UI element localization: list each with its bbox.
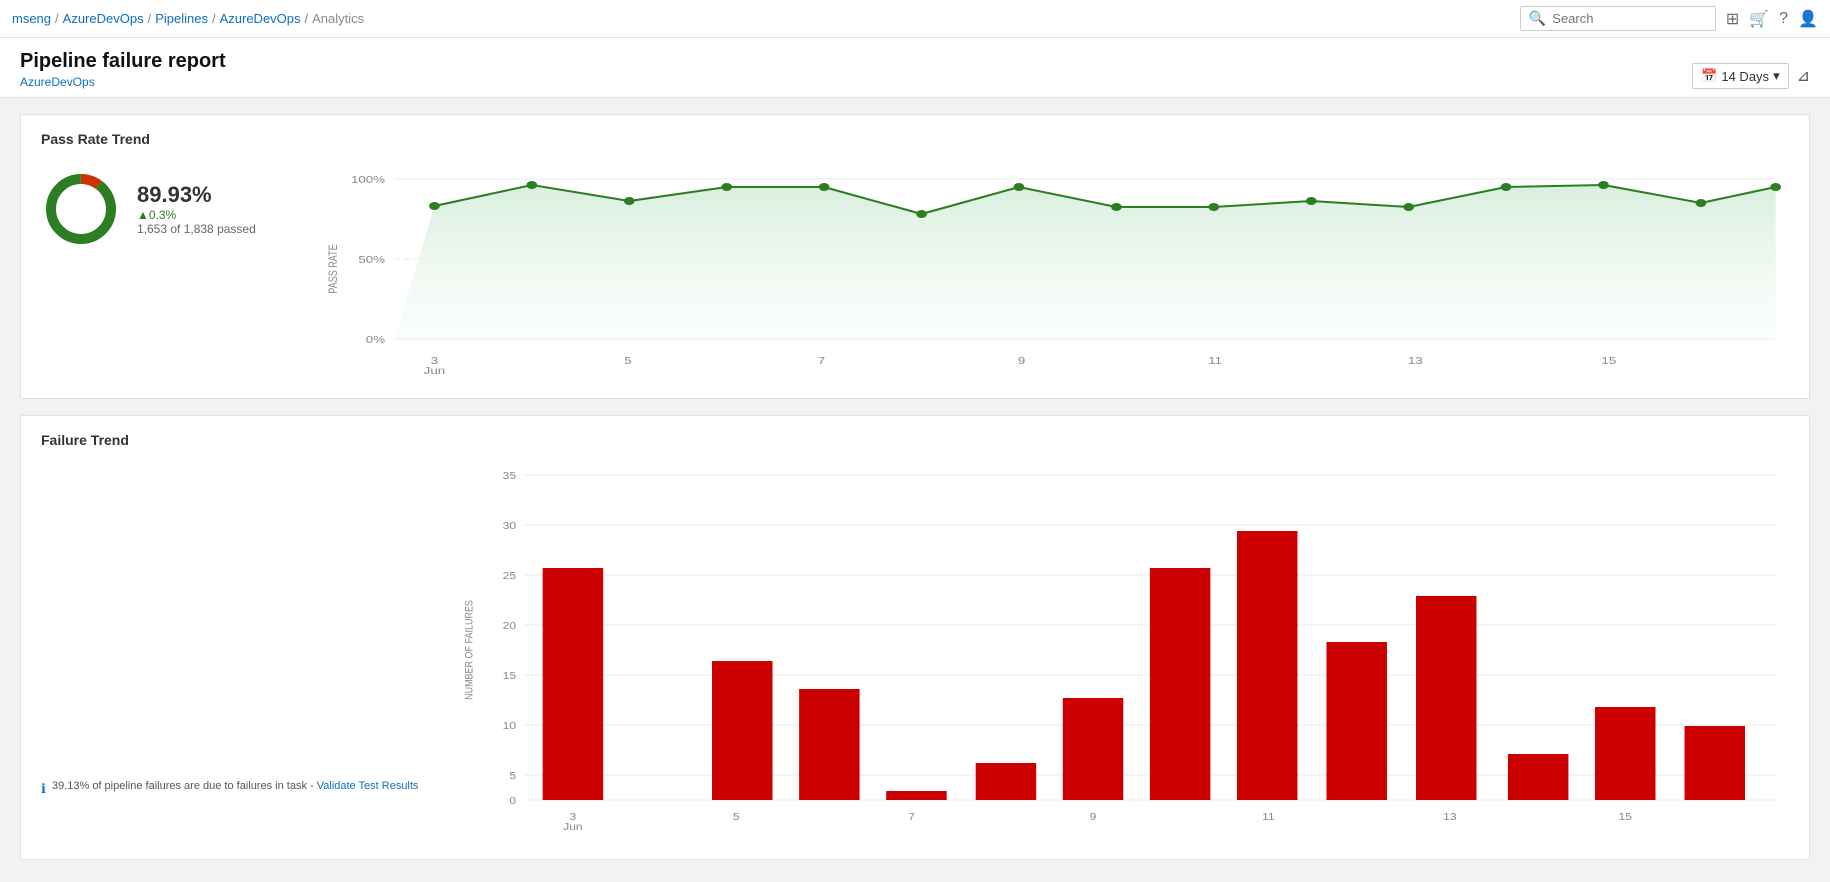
bar-8 — [976, 763, 1036, 800]
failure-trend-title: Failure Trend — [41, 432, 1789, 448]
svg-text:5: 5 — [733, 812, 740, 823]
pass-rate-card: Pass Rate Trend 89.93% ▲0.3% — [20, 114, 1810, 399]
svg-text:0: 0 — [510, 796, 517, 807]
bar-16 — [1685, 726, 1745, 800]
pass-rate-change: ▲0.3% — [137, 208, 256, 222]
svg-text:15: 15 — [1619, 812, 1632, 823]
bar-12 — [1416, 596, 1476, 800]
svg-text:13: 13 — [1408, 356, 1423, 367]
svg-text:NUMBER OF FAILURES: NUMBER OF FAILURES — [464, 600, 476, 700]
failure-trend-card: Failure Trend ℹ 39.13% of pipeline failu… — [20, 415, 1810, 860]
bar-5 — [712, 661, 772, 800]
failure-left: ℹ 39.13% of pipeline failures are due to… — [41, 460, 418, 797]
pass-rate-percentage: 89.93% — [137, 182, 256, 208]
svg-text:5: 5 — [624, 356, 632, 367]
svg-text:PASS RATE: PASS RATE — [327, 244, 341, 293]
svg-text:30: 30 — [503, 521, 516, 532]
user-icon[interactable]: 👤 — [1798, 9, 1818, 29]
failure-chart-container: NUMBER OF FAILURES 35 30 25 20 15 — [458, 460, 1789, 843]
svg-text:11: 11 — [1263, 812, 1276, 823]
svg-text:15: 15 — [1601, 356, 1616, 367]
pass-rate-left: 89.93% ▲0.3% 1,653 of 1,838 passed — [41, 169, 281, 249]
svg-text:15: 15 — [503, 671, 516, 682]
search-icon: 🔍 — [1529, 10, 1546, 27]
svg-text:100%: 100% — [351, 175, 386, 186]
pass-rate-arrow: ▲0.3% — [137, 208, 176, 222]
chevron-down-icon: ▾ — [1773, 68, 1780, 84]
days-selector[interactable]: 📅 14 Days ▾ — [1692, 63, 1788, 89]
page-title: Pipeline failure report — [20, 50, 226, 73]
svg-text:25: 25 — [503, 571, 516, 582]
nav-right: 🔍 ⊞ 🛒 ? 👤 — [1520, 6, 1818, 31]
donut-chart — [41, 169, 121, 249]
failure-note-link[interactable]: Validate Test Results — [317, 780, 419, 792]
page-header: Pipeline failure report AzureDevOps 📅 14… — [0, 38, 1830, 98]
search-box[interactable]: 🔍 — [1520, 6, 1716, 31]
breadcrumb-mseng[interactable]: mseng — [12, 11, 51, 26]
bar-7-2 — [1063, 698, 1123, 800]
pass-rate-text: 89.93% ▲0.3% 1,653 of 1,838 passed — [137, 182, 256, 236]
grid-icon[interactable]: ⊞ — [1726, 9, 1739, 29]
bar-9 — [1150, 568, 1210, 800]
bar-15 — [1595, 707, 1655, 800]
failure-note-text: 39.13% of pipeline failures are due to f… — [52, 780, 418, 792]
breadcrumb-pipelines[interactable]: Pipelines — [155, 11, 208, 26]
page-title-section: Pipeline failure report AzureDevOps — [20, 50, 226, 89]
help-icon[interactable]: ? — [1779, 10, 1788, 28]
svg-text:9: 9 — [1090, 812, 1097, 823]
basket-icon[interactable]: 🛒 — [1749, 9, 1769, 29]
svg-text:5: 5 — [510, 771, 517, 782]
bar-11 — [1327, 642, 1387, 800]
svg-text:Jun: Jun — [424, 366, 446, 377]
header-controls: 📅 14 Days ▾ ⊿ — [1692, 63, 1810, 89]
svg-text:7: 7 — [818, 356, 825, 367]
svg-text:0%: 0% — [366, 335, 386, 346]
search-input[interactable] — [1552, 11, 1707, 26]
failure-bar-svg: NUMBER OF FAILURES 35 30 25 20 15 — [458, 460, 1789, 840]
calendar-icon: 📅 — [1701, 68, 1717, 84]
failure-note: ℹ 39.13% of pipeline failures are due to… — [41, 780, 418, 797]
svg-text:Jun: Jun — [564, 822, 583, 833]
bar-7-1 — [887, 791, 947, 800]
days-label: 14 Days — [1721, 69, 1769, 84]
breadcrumb: mseng / AzureDevOps / Pipelines / AzureD… — [12, 11, 364, 26]
svg-text:7: 7 — [909, 812, 916, 823]
main-content: Pass Rate Trend 89.93% ▲0.3% — [0, 98, 1830, 876]
pass-rate-sub: 1,653 of 1,838 passed — [137, 222, 256, 236]
svg-text:11: 11 — [1208, 356, 1222, 367]
pass-rate-title: Pass Rate Trend — [41, 131, 1789, 147]
svg-text:9: 9 — [1018, 356, 1025, 367]
breadcrumb-azuredevops1[interactable]: AzureDevOps — [63, 11, 144, 26]
bar-3jun — [543, 568, 603, 800]
pass-rate-chart-container: PASS RATE 100% 50% 0% 3 Jun 5 7 9 11 — [321, 159, 1789, 382]
info-icon: ℹ — [41, 781, 46, 797]
svg-text:13: 13 — [1444, 812, 1457, 823]
svg-text:35: 35 — [503, 471, 516, 482]
top-nav: mseng / AzureDevOps / Pipelines / AzureD… — [0, 0, 1830, 38]
breadcrumb-analytics: Analytics — [312, 11, 364, 26]
bar-6 — [800, 689, 860, 800]
svg-text:50%: 50% — [358, 255, 385, 266]
pass-rate-content: 89.93% ▲0.3% 1,653 of 1,838 passed PASS … — [41, 159, 1789, 382]
failure-content: ℹ 39.13% of pipeline failures are due to… — [41, 460, 1789, 843]
svg-text:10: 10 — [503, 721, 516, 732]
breadcrumb-azuredevops2[interactable]: AzureDevOps — [220, 11, 301, 26]
page-subtitle: AzureDevOps — [20, 75, 226, 89]
bar-13 — [1508, 754, 1568, 800]
filter-icon[interactable]: ⊿ — [1797, 66, 1810, 86]
svg-text:20: 20 — [503, 621, 516, 632]
bar-10 — [1237, 531, 1297, 800]
pass-rate-svg: PASS RATE 100% 50% 0% 3 Jun 5 7 9 11 — [321, 159, 1789, 379]
